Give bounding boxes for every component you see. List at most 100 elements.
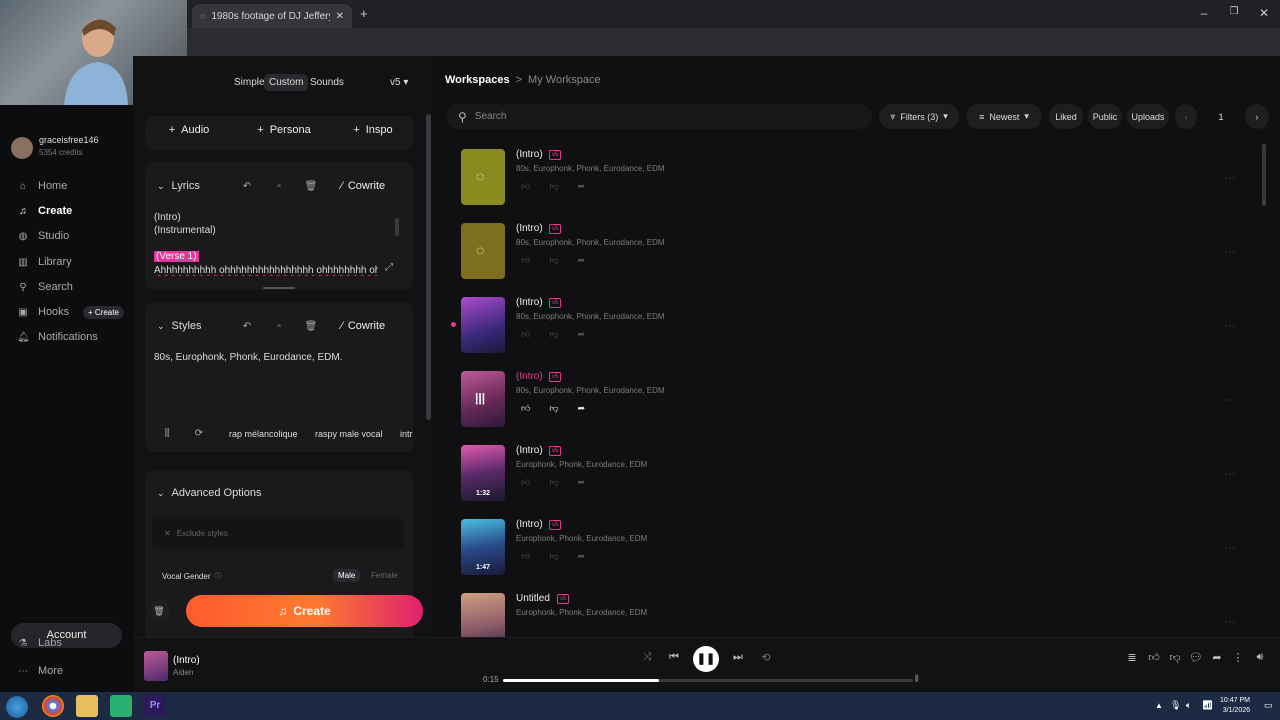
liked-filter[interactable]: Liked — [1049, 104, 1083, 129]
sort-button[interactable]: ≡ Newest ▾ — [966, 104, 1042, 129]
thumbs-down-icon[interactable]: 👎︎ — [1167, 651, 1183, 664]
expand-icon[interactable]: ⤢ — [381, 262, 397, 273]
style-tag-chip[interactable]: raspy male vocal — [315, 429, 383, 439]
hooks-create-button[interactable]: + Create — [83, 306, 124, 319]
now-playing-artist[interactable]: Aiden — [173, 668, 193, 677]
comment-icon[interactable]: 💬︎ — [1188, 651, 1204, 664]
thumbs-down-icon[interactable]: 👎︎ — [549, 255, 558, 266]
song-row[interactable]: 1:32 (Intro) v5 Europhonk, Phonk, Euroda… — [453, 445, 1263, 519]
undo-icon[interactable]: ↶ — [239, 321, 255, 332]
now-playing-title[interactable]: (Intro) — [173, 655, 200, 666]
copy-icon[interactable]: ▫ — [271, 181, 287, 192]
nav-search[interactable]: ⚲ Search — [17, 281, 73, 293]
song-row[interactable]: ◌ (Intro) v5 80s, Europhonk, Phonk, Euro… — [453, 149, 1263, 223]
song-thumbnail[interactable]: 1:32 — [461, 445, 505, 501]
thumbs-up-icon[interactable]: 👍︎ — [521, 403, 530, 414]
thumbs-up-icon[interactable]: 👍︎ — [521, 181, 530, 192]
exclude-styles-input[interactable]: ✕ Exclude styles — [152, 517, 404, 549]
now-playing-thumbnail[interactable] — [144, 651, 168, 681]
uploads-filter[interactable]: Uploads — [1127, 104, 1169, 129]
lyrics-scrollbar[interactable] — [395, 218, 399, 236]
share-icon[interactable]: ➦ — [578, 477, 586, 488]
thumbs-up-icon[interactable]: 👍︎ — [521, 477, 530, 488]
thumbs-up-icon[interactable]: 👍︎ — [1146, 651, 1162, 664]
thumbs-up-icon[interactable]: 👍︎ — [521, 255, 530, 266]
more-options-icon[interactable]: ⋯ — [1225, 173, 1235, 184]
search-input[interactable]: ⚲ Search — [446, 104, 872, 129]
user-avatar[interactable] — [11, 137, 33, 159]
breadcrumb-workspaces[interactable]: Workspaces — [445, 74, 510, 86]
nav-hooks[interactable]: ▣ Hooks — [17, 306, 69, 318]
style-tag-chip[interactable]: rap mélancolique — [229, 429, 298, 439]
nav-home[interactable]: ⌂ Home — [17, 180, 67, 192]
lyric-line[interactable]: (Instrumental) — [154, 225, 216, 236]
progress-track[interactable] — [503, 679, 913, 682]
share-icon[interactable]: ➦ — [578, 551, 586, 562]
song-title[interactable]: (Intro) — [516, 223, 543, 234]
thumbs-up-icon[interactable]: 👍︎ — [521, 329, 530, 340]
song-title[interactable]: Untitled — [516, 593, 550, 604]
song-row[interactable]: 1:47 (Intro) v5 Europhonk, Phonk, Euroda… — [453, 519, 1263, 593]
wifi-icon[interactable]: 📶︎ — [1202, 700, 1213, 711]
thumbs-down-icon[interactable]: 👎︎ — [549, 403, 558, 414]
song-thumbnail[interactable] — [461, 297, 505, 353]
gender-male-option[interactable]: Male — [333, 569, 361, 582]
song-thumbnail[interactable]: ◌ — [461, 149, 505, 205]
resize-handle[interactable] — [263, 287, 295, 289]
more-options-icon[interactable]: ⋯ — [1225, 543, 1235, 554]
thumbs-down-icon[interactable]: 👎︎ — [549, 329, 558, 340]
more-options-icon[interactable]: ⋯ — [1225, 321, 1235, 332]
trash-icon[interactable]: 🗑︎ — [303, 181, 319, 192]
shuffle-icon[interactable]: ⤨ — [639, 651, 655, 664]
share-icon[interactable]: ➦ — [578, 403, 586, 414]
new-tab-button[interactable]: + — [360, 6, 368, 21]
queue-icon[interactable]: ≣ — [1124, 651, 1140, 664]
lyrics-toggle[interactable]: ⌄ Lyrics — [157, 180, 200, 192]
refresh-tags-icon[interactable]: ⟳ — [191, 428, 207, 439]
trash-icon[interactable]: 🗑︎ — [303, 321, 319, 332]
nav-library[interactable]: ▥ Library — [17, 256, 71, 268]
nav-create[interactable]: ♫ Create — [17, 205, 72, 217]
more-options-icon[interactable]: ⋯ — [1225, 247, 1235, 258]
advanced-options-toggle[interactable]: ⌄ Advanced Options — [157, 487, 261, 499]
thumbs-down-icon[interactable]: 👎︎ — [549, 477, 558, 488]
share-icon[interactable]: ➦ — [1209, 651, 1225, 664]
copy-icon[interactable]: ▫ — [271, 321, 287, 332]
microphone-icon[interactable]: 🎙︎ — [1170, 700, 1181, 711]
nav-notifications[interactable]: 🔔︎ Notifications — [17, 331, 98, 343]
speaker-icon[interactable]: 🔈︎ — [1186, 700, 1191, 711]
styles-toggle[interactable]: ⌄ Styles — [157, 320, 202, 332]
add-audio-button[interactable]: + Audio — [159, 116, 219, 144]
styles-text[interactable]: 80s, Europhonk, Phonk, Eurodance, EDM. — [154, 352, 342, 363]
file-explorer-taskbar-icon[interactable] — [76, 695, 98, 717]
premiere-taskbar-icon[interactable]: Pr — [144, 695, 166, 717]
browser-tab[interactable]: ◌ 1980s footage of DJ Jeffery Eps ✕ — [192, 4, 352, 28]
song-title[interactable]: (Intro) — [516, 371, 543, 382]
song-title[interactable]: (Intro) — [516, 297, 543, 308]
add-persona-button[interactable]: + Persona — [249, 116, 319, 144]
song-thumbnail[interactable]: ◌ — [461, 223, 505, 279]
thumbs-down-icon[interactable]: 👎︎ — [549, 551, 558, 562]
song-row[interactable]: (Intro) v5 80s, Europhonk, Phonk, Euroda… — [451, 297, 1263, 371]
gender-female-option[interactable]: Female — [367, 569, 402, 582]
tray-arrow-icon[interactable]: ▲ — [1155, 701, 1163, 710]
repeat-icon[interactable]: ⟲ — [758, 651, 774, 664]
app-taskbar-icon[interactable] — [110, 695, 132, 717]
lyric-line[interactable]: Ahhhhhhhhhh ohhhhhhhhhhhhhhhh ohhhhhhhh … — [154, 265, 378, 276]
song-thumbnail[interactable]: ||| — [461, 371, 505, 427]
undo-icon[interactable]: ↶ — [239, 181, 255, 192]
share-icon[interactable]: ➦ — [578, 329, 586, 340]
mode-sounds-tab[interactable]: Sounds — [305, 74, 349, 91]
next-track-icon[interactable]: ⏭ — [730, 651, 746, 664]
minimize-button[interactable]: – — [1196, 6, 1212, 20]
prev-page-button[interactable]: ‹ — [1175, 104, 1197, 129]
previous-track-icon[interactable]: ⏮ — [666, 651, 682, 664]
pause-button[interactable]: ❚❚ — [693, 646, 719, 672]
song-title[interactable]: (Intro) — [516, 149, 543, 160]
song-title[interactable]: (Intro) — [516, 445, 543, 456]
lyric-verse-label[interactable]: (Verse 1) — [154, 251, 199, 262]
more-options-icon[interactable]: ⋯ — [1225, 469, 1235, 480]
song-thumbnail[interactable] — [461, 593, 505, 637]
lyrics-cowrite-button[interactable]: ⁄ Cowrite — [341, 180, 385, 192]
start-button[interactable] — [6, 696, 28, 718]
